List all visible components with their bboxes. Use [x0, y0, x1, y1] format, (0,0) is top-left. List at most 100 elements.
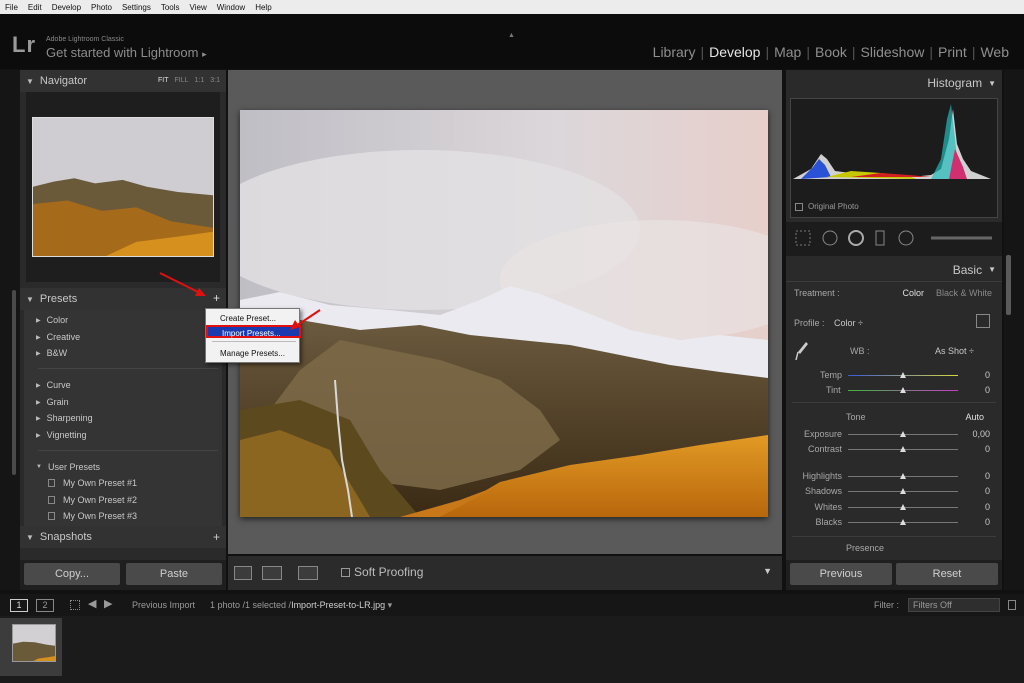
snapshots-header[interactable]: ▼ Snapshots + [20, 526, 226, 548]
module-library[interactable]: Library [648, 44, 701, 60]
collapse-top-panel-icon[interactable]: ▲ [508, 32, 515, 39]
exposure-slider-thumb[interactable] [900, 431, 906, 437]
right-panel-scrollbar[interactable] [1006, 255, 1011, 315]
temp-value[interactable]: 0 [966, 370, 990, 380]
before-after-yy-icon[interactable] [298, 566, 318, 580]
menu-window[interactable]: Window [212, 3, 250, 12]
get-started-link[interactable]: Get started with Lightroom ▸ [46, 45, 207, 60]
navigator-thumbnail[interactable] [32, 117, 214, 257]
histogram-header[interactable]: Histogram ▼ [786, 70, 1002, 96]
menu-develop[interactable]: Develop [47, 3, 86, 12]
grid-view-icon[interactable] [70, 600, 80, 610]
reset-button[interactable]: Reset [896, 563, 998, 585]
menu-settings[interactable]: Settings [117, 3, 156, 12]
add-snapshot-plus-icon[interactable]: + [213, 530, 220, 544]
collapse-triangle-icon: ▼ [26, 76, 34, 86]
preset-group-sharpening[interactable]: ▶ Sharpening [24, 410, 222, 426]
original-photo-checkbox[interactable] [795, 202, 803, 211]
menu-view[interactable]: View [185, 3, 212, 12]
original-photo-toggle[interactable]: Original Photo [795, 202, 859, 211]
white-balance-eyedropper-icon[interactable] [794, 340, 810, 364]
left-panel-scrollbar[interactable] [12, 290, 16, 475]
whites-value[interactable]: 0 [962, 502, 990, 512]
highlights-value[interactable]: 0 [962, 471, 990, 481]
paste-settings-button[interactable]: Paste [126, 563, 222, 585]
filter-lock-icon[interactable] [1008, 600, 1016, 610]
exposure-value[interactable]: 0,00 [962, 429, 990, 439]
preset-group-user-presets[interactable]: ▼ User Presets [24, 459, 222, 475]
preset-group-bw[interactable]: ▶ B&W [24, 345, 222, 361]
module-map[interactable]: Map [769, 44, 806, 60]
preset-group-curve[interactable]: ▶ Curve [24, 377, 222, 393]
whites-slider-thumb[interactable] [900, 504, 906, 510]
identity-plate: ▲ Lr Adobe Lightroom Classic Get started… [0, 14, 1024, 69]
filmstrip-thumbnail[interactable] [12, 624, 56, 662]
temp-slider-thumb[interactable] [900, 372, 906, 378]
shadows-slider-thumb[interactable] [900, 488, 906, 494]
module-develop[interactable]: Develop [704, 44, 765, 60]
filmstrip-source[interactable]: Previous Import [132, 600, 195, 610]
soft-proofing-checkbox[interactable] [341, 568, 350, 577]
user-preset-item[interactable]: My Own Preset #2 [24, 492, 222, 508]
basic-header[interactable]: Basic ▼ [786, 258, 1002, 282]
preset-group-vignetting[interactable]: ▶ Vignetting [24, 427, 222, 443]
zoom-fit[interactable]: FIT [158, 77, 169, 84]
menu-help[interactable]: Help [250, 3, 276, 12]
filename-dropdown-icon[interactable]: ▾ [385, 600, 393, 610]
before-after-lr-icon[interactable] [262, 566, 282, 580]
treatment-bw-option[interactable]: Black & White [932, 288, 992, 298]
blacks-value[interactable]: 0 [962, 517, 990, 527]
menu-file[interactable]: File [0, 3, 23, 12]
back-arrow-icon[interactable]: ◀ [88, 597, 96, 610]
manage-presets-menu-item[interactable]: Manage Presets... [206, 347, 301, 360]
module-web[interactable]: Web [975, 44, 1014, 60]
module-print[interactable]: Print [933, 44, 972, 60]
module-slideshow[interactable]: Slideshow [856, 44, 930, 60]
toolbar-content-dropdown-icon[interactable]: ▼ [763, 566, 772, 576]
zoom-3-1[interactable]: 3:1 [210, 77, 220, 84]
contrast-slider-thumb[interactable] [900, 446, 906, 452]
forward-arrow-icon[interactable]: ▶ [104, 597, 112, 610]
menu-edit[interactable]: Edit [23, 3, 47, 12]
wb-dropdown[interactable]: As Shot ÷ [922, 346, 974, 356]
contrast-value[interactable]: 0 [962, 444, 990, 454]
preset-group-color[interactable]: ▶ Color [24, 312, 222, 328]
main-photo[interactable] [240, 110, 768, 517]
navigator-header[interactable]: ▼ Navigator FIT FILL 1:1 3:1 [20, 70, 226, 92]
previous-button[interactable]: Previous [790, 563, 892, 585]
filmstrip-filename[interactable]: Import-Preset-to-LR.jpg [291, 600, 385, 610]
preset-group-grain[interactable]: ▶ Grain [24, 394, 222, 410]
menu-photo[interactable]: Photo [86, 3, 117, 12]
filmstrip-cell[interactable] [0, 618, 62, 676]
import-presets-menu-item[interactable]: Import Presets... [206, 325, 301, 338]
module-book[interactable]: Book [810, 44, 852, 60]
filter-dropdown[interactable]: Filters Off [908, 598, 1000, 612]
original-photo-label: Original Photo [808, 202, 859, 211]
main-screen-button[interactable]: 1 [10, 599, 28, 612]
profile-browser-grid-icon[interactable] [976, 314, 990, 328]
histogram[interactable]: Original Photo [790, 98, 998, 218]
shadows-value[interactable]: 0 [962, 486, 990, 496]
zoom-fill[interactable]: FILL [175, 77, 189, 84]
preset-icon [48, 512, 55, 520]
profile-dropdown[interactable]: Color ÷ [834, 318, 872, 328]
user-preset-item[interactable]: My Own Preset #1 [24, 475, 222, 491]
second-screen-button[interactable]: 2 [36, 599, 54, 612]
tint-value[interactable]: 0 [966, 385, 990, 395]
blacks-slider-thumb[interactable] [900, 519, 906, 525]
presets-header[interactable]: ▼ Presets + [20, 288, 226, 310]
create-preset-menu-item[interactable]: Create Preset... [206, 312, 301, 325]
tint-slider-thumb[interactable] [900, 387, 906, 393]
right-panel-buttons: Previous Reset [786, 560, 1002, 590]
menu-tools[interactable]: Tools [156, 3, 185, 12]
tone-auto-button[interactable]: Auto [956, 412, 984, 422]
preset-group-creative[interactable]: ▶ Creative [24, 329, 222, 345]
treatment-color-option[interactable]: Color [890, 288, 924, 298]
expand-triangle-icon: ▶ [36, 432, 41, 439]
loupe-view-icon[interactable] [234, 566, 252, 580]
user-preset-item[interactable]: My Own Preset #3 [24, 508, 222, 524]
zoom-1-1[interactable]: 1:1 [195, 77, 205, 84]
copy-settings-button[interactable]: Copy... [24, 563, 120, 585]
add-preset-plus-icon[interactable]: + [213, 291, 220, 305]
highlights-slider-thumb[interactable] [900, 473, 906, 479]
